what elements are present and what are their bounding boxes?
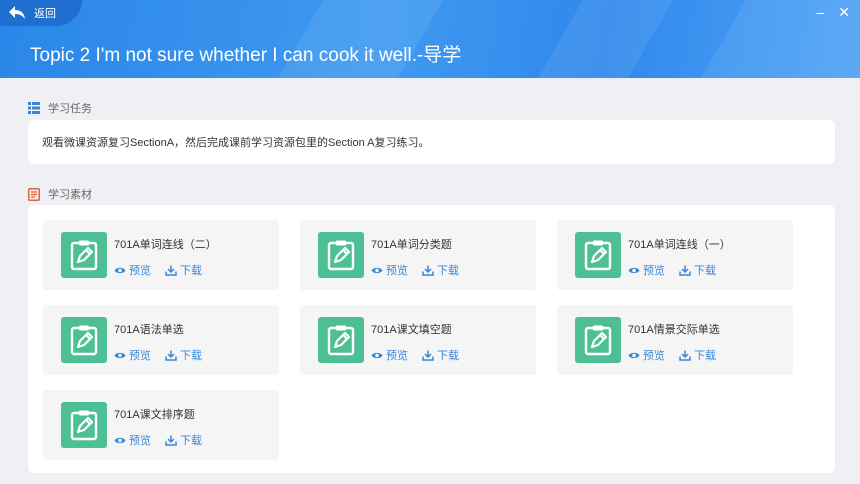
- preview-label: 预览: [129, 265, 151, 277]
- back-arrow-icon: [9, 6, 25, 19]
- back-button[interactable]: 返回: [0, 0, 82, 26]
- download-label: 下载: [437, 350, 459, 362]
- preview-link[interactable]: 预览: [628, 347, 665, 363]
- exercise-icon: [318, 232, 364, 278]
- download-link[interactable]: 下载: [165, 432, 202, 448]
- download-icon: [679, 265, 691, 276]
- download-label: 下载: [694, 350, 716, 362]
- eye-icon: [628, 267, 640, 273]
- materials-section-label: 学习素材: [48, 189, 92, 201]
- download-label: 下载: [180, 435, 202, 447]
- preview-link[interactable]: 预览: [114, 347, 151, 363]
- download-link[interactable]: 下载: [679, 262, 716, 278]
- preview-label: 预览: [386, 265, 408, 277]
- eye-icon: [371, 352, 383, 358]
- material-card[interactable]: 701A课文填空题 预览 下载: [300, 305, 536, 375]
- exercise-icon: [318, 317, 364, 363]
- download-icon: [422, 350, 434, 361]
- material-title: 701A单词分类题: [371, 239, 452, 251]
- download-icon: [165, 350, 177, 361]
- task-section-header: 学习任务: [28, 100, 92, 116]
- download-link[interactable]: 下载: [165, 262, 202, 278]
- exercise-icon: [575, 317, 621, 363]
- material-card[interactable]: 701A单词连线（一） 预览 下载: [557, 220, 793, 290]
- material-actions: 预览 下载: [628, 347, 716, 363]
- preview-link[interactable]: 预览: [114, 432, 151, 448]
- back-label: 返回: [34, 8, 56, 20]
- materials-panel: 701A单词连线（二） 预览 下载 701A单词分类题 预览 下载 701A单词…: [28, 205, 835, 473]
- download-label: 下载: [694, 265, 716, 277]
- close-button[interactable]: ✕: [838, 4, 850, 20]
- preview-label: 预览: [129, 435, 151, 447]
- material-actions: 预览 下载: [371, 262, 459, 278]
- eye-icon: [114, 352, 126, 358]
- eye-icon: [371, 267, 383, 273]
- material-card[interactable]: 701A语法单选 预览 下载: [43, 305, 279, 375]
- preview-label: 预览: [643, 350, 665, 362]
- materials-section-header: 学习素材: [28, 186, 92, 202]
- download-link[interactable]: 下载: [165, 347, 202, 363]
- material-actions: 预览 下载: [114, 347, 202, 363]
- header-bar: 返回 – ✕ Topic 2 I'm not sure whether I ca…: [0, 0, 860, 78]
- material-card[interactable]: 701A单词连线（二） 预览 下载: [43, 220, 279, 290]
- document-icon: [28, 187, 40, 201]
- eye-icon: [114, 437, 126, 443]
- page-title: Topic 2 I'm not sure whether I can cook …: [30, 45, 462, 66]
- preview-link[interactable]: 预览: [371, 347, 408, 363]
- exercise-icon: [61, 232, 107, 278]
- task-section-label: 学习任务: [48, 103, 92, 115]
- eye-icon: [114, 267, 126, 273]
- preview-link[interactable]: 预览: [628, 262, 665, 278]
- material-card[interactable]: 701A单词分类题 预览 下载: [300, 220, 536, 290]
- window-controls: – ✕: [816, 4, 850, 20]
- material-actions: 预览 下载: [114, 432, 202, 448]
- download-link[interactable]: 下载: [679, 347, 716, 363]
- preview-link[interactable]: 预览: [371, 262, 408, 278]
- material-title: 701A课文排序题: [114, 409, 195, 421]
- exercise-icon: [575, 232, 621, 278]
- header-decoration: [519, 0, 691, 78]
- material-card[interactable]: 701A课文排序题 预览 下载: [43, 390, 279, 460]
- download-link[interactable]: 下载: [422, 262, 459, 278]
- preview-label: 预览: [129, 350, 151, 362]
- download-icon: [165, 265, 177, 276]
- material-actions: 预览 下载: [371, 347, 459, 363]
- preview-label: 预览: [643, 265, 665, 277]
- material-actions: 预览 下载: [114, 262, 202, 278]
- download-icon: [422, 265, 434, 276]
- list-icon: [28, 102, 40, 114]
- material-title: 701A语法单选: [114, 324, 184, 336]
- material-title: 701A情景交际单选: [628, 324, 720, 336]
- download-label: 下载: [180, 350, 202, 362]
- download-label: 下载: [437, 265, 459, 277]
- download-icon: [165, 435, 177, 446]
- material-actions: 预览 下载: [628, 262, 716, 278]
- preview-label: 预览: [386, 350, 408, 362]
- preview-link[interactable]: 预览: [114, 262, 151, 278]
- minimize-button[interactable]: –: [816, 4, 824, 20]
- material-title: 701A单词连线（一）: [628, 239, 731, 251]
- material-title: 701A单词连线（二）: [114, 239, 217, 251]
- download-link[interactable]: 下载: [422, 347, 459, 363]
- task-text: 观看微课资源复习SectionA，然后完成课前学习资源包里的Section A复…: [42, 137, 430, 149]
- eye-icon: [628, 352, 640, 358]
- exercise-icon: [61, 317, 107, 363]
- material-title: 701A课文填空题: [371, 324, 452, 336]
- exercise-icon: [61, 402, 107, 448]
- task-card: 观看微课资源复习SectionA，然后完成课前学习资源包里的Section A复…: [28, 120, 835, 164]
- download-label: 下载: [180, 265, 202, 277]
- material-card[interactable]: 701A情景交际单选 预览 下载: [557, 305, 793, 375]
- download-icon: [679, 350, 691, 361]
